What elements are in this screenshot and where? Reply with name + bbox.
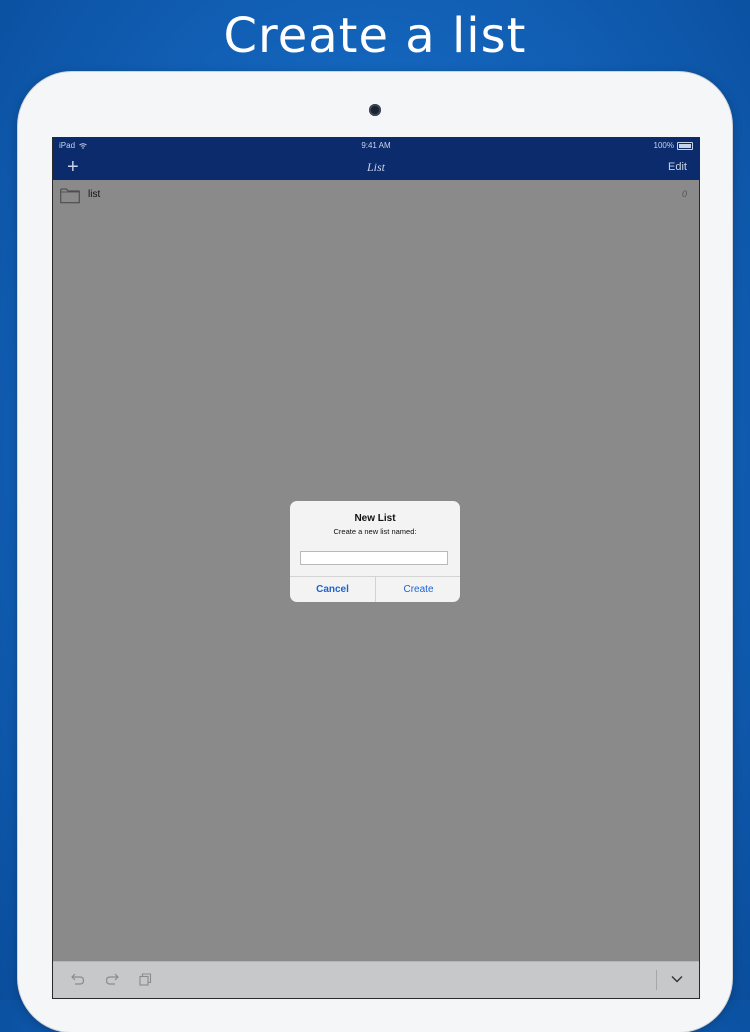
ipad-frame: iPad 9:41 AM 100% + List Edit list 0 New… — [18, 72, 732, 1032]
chevron-down-icon[interactable] — [671, 975, 683, 983]
nav-bar: + List Edit — [53, 154, 699, 180]
headline: Create a list — [223, 8, 527, 64]
list-item-label: list — [88, 189, 101, 200]
dialog-title: New List — [354, 513, 396, 524]
cancel-button[interactable]: Cancel — [290, 577, 375, 602]
battery-icon — [677, 142, 693, 150]
dialog-message: Create a new list named: — [333, 527, 417, 536]
nav-title: List — [366, 160, 385, 174]
list-item-count: 0 — [681, 189, 687, 199]
edit-button[interactable]: Edit — [668, 154, 687, 180]
new-list-dialog: New List Create a new list named: Cancel… — [290, 501, 460, 602]
folder-icon — [60, 188, 80, 204]
status-battery: 100% — [654, 138, 693, 154]
bottom-toolbar — [53, 961, 699, 998]
undo-icon[interactable] — [71, 973, 85, 986]
toolbar-divider — [656, 970, 657, 990]
list-name-input[interactable] — [300, 551, 448, 565]
list-item[interactable]: list 0 — [53, 180, 699, 210]
ipad-screen: iPad 9:41 AM 100% + List Edit list 0 New… — [52, 137, 700, 999]
redo-icon[interactable] — [105, 973, 119, 986]
status-bar: iPad 9:41 AM 100% — [53, 138, 699, 154]
copy-icon[interactable] — [139, 973, 152, 986]
status-time: 9:41 AM — [361, 141, 391, 150]
camera — [369, 104, 381, 116]
create-button[interactable]: Create — [376, 577, 460, 602]
battery-percent: 100% — [653, 141, 674, 150]
